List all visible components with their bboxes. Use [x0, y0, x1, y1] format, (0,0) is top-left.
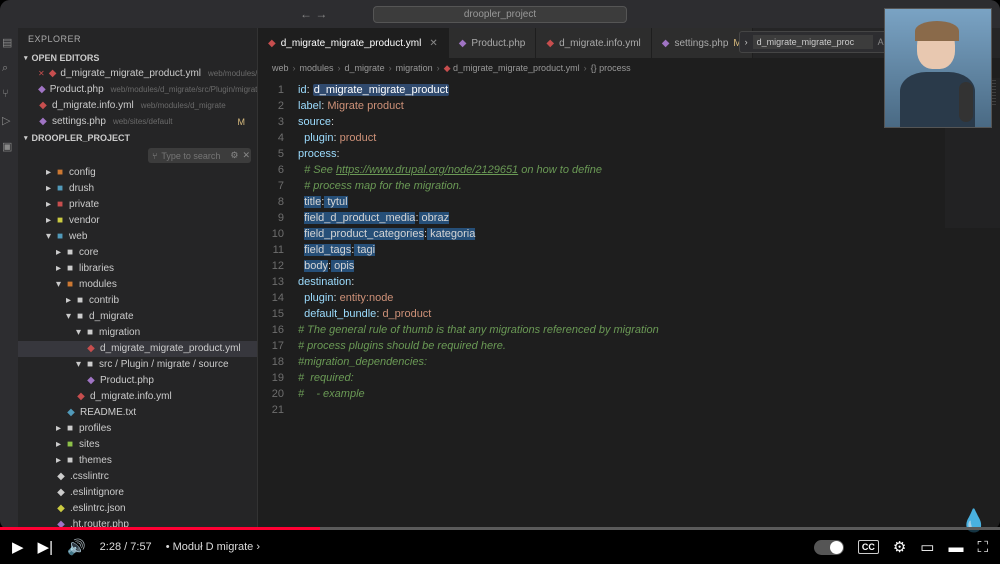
extensions-icon[interactable]: ▣ [2, 140, 16, 154]
editor-tab[interactable]: ◆d_migrate.info.yml [536, 28, 651, 58]
folder-item[interactable]: ▸ ■sites [18, 437, 257, 453]
clear-icon[interactable]: ✕ [242, 150, 250, 161]
editor-tab[interactable]: ◆Product.php [449, 28, 537, 58]
open-editor-item[interactable]: ◆d_migrate.info.ymlweb/modules/d_migrate [18, 98, 257, 114]
file-item[interactable]: ◆README.txt [18, 405, 257, 421]
file-item[interactable]: ◆.eslintrc.json [18, 501, 257, 517]
breadcrumb-segment[interactable]: ◆ d_migrate_migrate_product.yml [444, 63, 580, 74]
miniplayer-button[interactable]: ▭ [920, 538, 934, 556]
explorer-title: EXPLORER [18, 28, 257, 50]
nav-arrows[interactable]: ← → [300, 7, 327, 21]
explorer-icon[interactable]: ▤ [2, 36, 16, 50]
file-item[interactable]: ◆d_migrate.info.yml [18, 389, 257, 405]
vscode-window: ← → droopler_project ▤ ⌕ ⑂ ▷ ▣ EXPLORER … [0, 0, 1000, 530]
folder-item[interactable]: ▸ ■themes [18, 453, 257, 469]
tree-search-input[interactable] [161, 151, 226, 161]
editor-tab[interactable]: ◆d_migrate_migrate_product.yml✕ [258, 28, 449, 58]
file-item[interactable]: ◆Product.php [18, 373, 257, 389]
autoplay-toggle[interactable] [814, 540, 844, 555]
open-editor-item[interactable]: ◆Product.phpweb/modules/d_migrate/src/Pl… [18, 82, 257, 98]
titlebar: ← → droopler_project [0, 0, 1000, 28]
cc-button[interactable]: CC [858, 540, 879, 554]
sidebar: EXPLORER OPEN EDITORS ✕ ◆d_migrate_migra… [18, 28, 258, 530]
editor-tab[interactable]: ◆settings.php M [652, 28, 753, 58]
breadcrumb-segment[interactable]: modules [300, 63, 334, 73]
time-display: 2:28 / 7:57 [100, 541, 152, 553]
volume-button[interactable]: 🔊 [67, 538, 86, 556]
theater-button[interactable]: ▬ [948, 539, 963, 556]
folder-item[interactable]: ▾ ■migration [18, 325, 257, 341]
file-item[interactable]: ◆.eslintignore [18, 485, 257, 501]
breadcrumb-segment[interactable]: migration [396, 63, 433, 73]
folder-item[interactable]: ▾ ■web [18, 229, 257, 245]
next-button[interactable]: ▶| [38, 538, 53, 556]
folder-item[interactable]: ▸ ■drush [18, 181, 257, 197]
breadcrumb-segment[interactable]: web [272, 63, 289, 73]
filter-icon[interactable]: ⚙ [230, 150, 238, 161]
folder-item[interactable]: ▸ ■core [18, 245, 257, 261]
chevron-right-icon[interactable]: › [745, 37, 748, 47]
search-icon[interactable]: ⌕ [2, 62, 16, 76]
video-controls: ▶ ▶| 🔊 2:28 / 7:57 • Moduł D migrate › C… [0, 530, 1000, 564]
activity-bar: ▤ ⌕ ⑂ ▷ ▣ [0, 28, 18, 530]
folder-item[interactable]: ▾ ■src / Plugin / migrate / source [18, 357, 257, 373]
project-header[interactable]: DROOPLER_PROJECT [18, 130, 257, 146]
debug-icon[interactable]: ▷ [2, 114, 16, 128]
open-editor-item[interactable]: ✕ ◆d_migrate_migrate_product.ymlweb/modu… [18, 66, 257, 82]
breadcrumb-segment[interactable]: d_migrate [345, 63, 385, 73]
folder-item[interactable]: ▸ ■config [18, 165, 257, 181]
webcam-overlay [884, 8, 992, 128]
find-input[interactable] [753, 35, 873, 49]
folder-item[interactable]: ▸ ■private [18, 197, 257, 213]
fullscreen-button[interactable]: ⛶ [977, 539, 988, 556]
chapter-label[interactable]: • Moduł D migrate › [166, 541, 260, 553]
folder-item[interactable]: ▾ ■modules [18, 277, 257, 293]
open-editor-item[interactable]: ◆settings.phpweb/sites/defaultM [18, 114, 257, 130]
folder-item[interactable]: ▸ ■vendor [18, 213, 257, 229]
play-button[interactable]: ▶ [12, 538, 24, 556]
file-item[interactable]: ◆d_migrate_migrate_product.yml [18, 341, 257, 357]
command-center[interactable]: droopler_project [373, 6, 627, 23]
code-editor[interactable]: 123456789101112131415161718192021 id: d_… [258, 78, 1000, 530]
settings-button[interactable]: ⚙ [893, 538, 906, 556]
file-item[interactable]: ◆.csslintrc [18, 469, 257, 485]
folder-item[interactable]: ▸ ■libraries [18, 261, 257, 277]
breadcrumb-segment[interactable]: {} process [591, 63, 631, 73]
folder-item[interactable]: ▸ ■profiles [18, 421, 257, 437]
open-editors-header[interactable]: OPEN EDITORS [18, 50, 257, 66]
funnel-icon: ⑂ [152, 151, 157, 161]
folder-item[interactable]: ▾ ■d_migrate [18, 309, 257, 325]
scm-icon[interactable]: ⑂ [2, 88, 16, 102]
folder-item[interactable]: ▸ ■contrib [18, 293, 257, 309]
tree-search[interactable]: ⑂ ⚙ ✕ [148, 148, 251, 163]
